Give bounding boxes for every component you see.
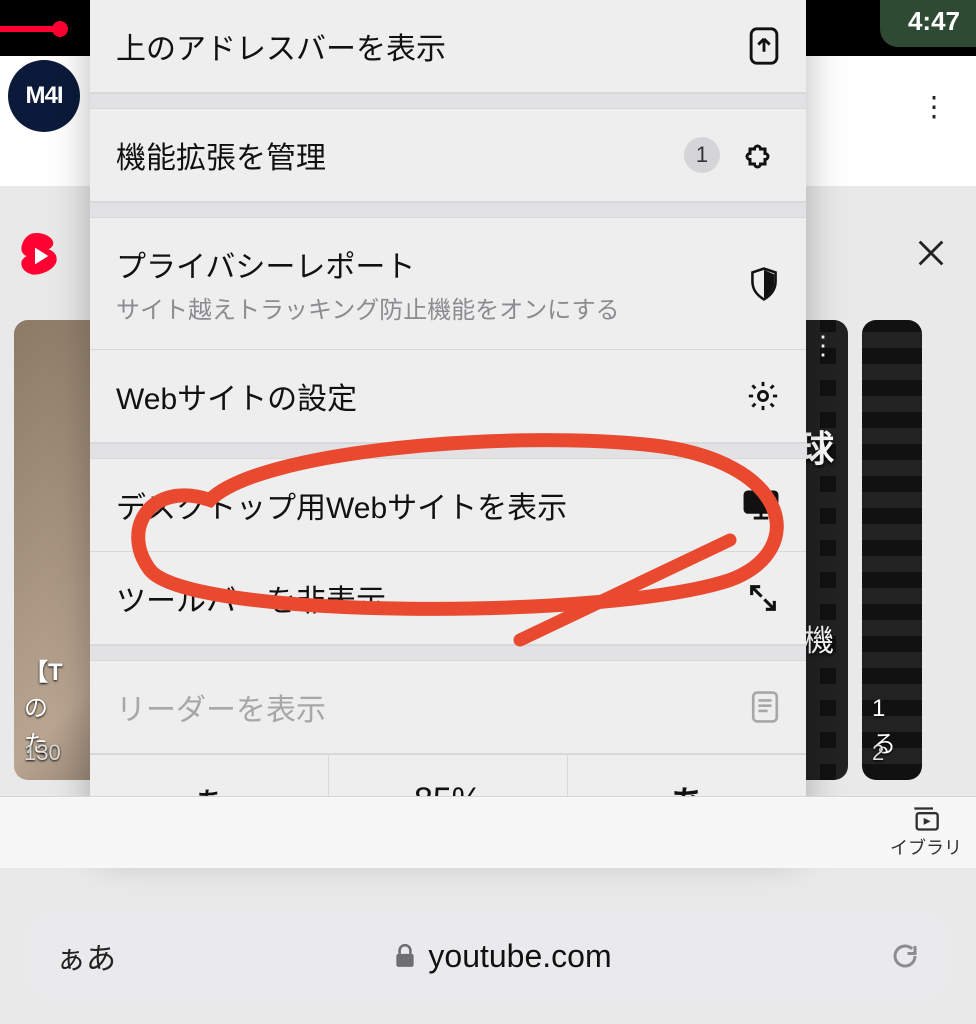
menu-separator bbox=[90, 202, 806, 218]
menu-separator bbox=[90, 443, 806, 459]
menu-item-sublabel: サイト越えトラッキング防止機能をオンにする bbox=[116, 290, 620, 325]
reader-icon bbox=[750, 690, 780, 724]
menu-item-website-settings[interactable]: Webサイトの設定 bbox=[90, 350, 806, 443]
aa-menu-popover: 上のアドレスバーを表示 機能拡張を管理 1 プライバシーレポート サイト越えトラ… bbox=[90, 0, 806, 846]
menu-item-show-top-address-bar[interactable]: 上のアドレスバーを表示 bbox=[90, 0, 806, 93]
menu-item-privacy-report[interactable]: プライバシーレポート サイト越えトラッキング防止機能をオンにする bbox=[90, 218, 806, 350]
menu-item-label: プライバシーレポート bbox=[116, 242, 620, 286]
shorts-icon[interactable] bbox=[20, 232, 60, 280]
thumb-title-fragment: 1 bbox=[872, 694, 912, 724]
tab-library[interactable]: イブラリ bbox=[890, 806, 962, 860]
desktop-icon bbox=[742, 489, 780, 521]
more-vert-icon[interactable]: ⋮ bbox=[810, 330, 836, 361]
puzzle-icon bbox=[744, 137, 780, 173]
address-bar-top-icon bbox=[748, 26, 780, 66]
reload-icon[interactable] bbox=[890, 941, 920, 971]
menu-item-label: 機能拡張を管理 bbox=[116, 133, 326, 177]
safari-address-bar[interactable]: ぁあ youtube.com bbox=[28, 914, 948, 998]
shield-icon bbox=[748, 266, 780, 302]
tab-label: イブラリ bbox=[890, 834, 962, 860]
menu-item-show-reader: リーダーを表示 bbox=[90, 661, 806, 754]
safari-address-area: ぁあ youtube.com bbox=[0, 888, 976, 1024]
youtube-bottom-tab-bar: イブラリ bbox=[0, 796, 976, 868]
aa-button[interactable]: ぁあ bbox=[56, 934, 116, 978]
menu-item-label: デスクトップ用Webサイトを表示 bbox=[116, 483, 567, 527]
menu-item-label: リーダーを表示 bbox=[116, 685, 326, 729]
short-thumb[interactable]: 1 る 2 bbox=[862, 320, 922, 780]
menu-separator bbox=[90, 645, 806, 661]
domain-text: youtube.com bbox=[428, 938, 611, 975]
menu-item-hide-toolbar[interactable]: ツールバーを非表示 bbox=[90, 552, 806, 645]
extensions-count-badge: 1 bbox=[684, 137, 720, 173]
menu-item-label: Webサイトの設定 bbox=[116, 374, 357, 418]
thumb-views: 2 bbox=[872, 740, 884, 766]
menu-separator bbox=[90, 93, 806, 109]
thumb-views: 130 bbox=[24, 740, 61, 766]
gear-icon bbox=[746, 379, 780, 413]
channel-avatar[interactable]: M4I bbox=[8, 60, 80, 132]
lock-icon bbox=[394, 943, 416, 969]
address-domain[interactable]: youtube.com bbox=[134, 938, 872, 975]
video-progress bbox=[0, 26, 60, 32]
close-icon[interactable] bbox=[914, 236, 948, 270]
menu-item-request-desktop-site[interactable]: デスクトップ用Webサイトを表示 bbox=[90, 459, 806, 552]
menu-item-label: 上のアドレスバーを表示 bbox=[116, 24, 446, 68]
status-time: 4:47 bbox=[880, 0, 976, 47]
menu-item-manage-extensions[interactable]: 機能拡張を管理 1 bbox=[90, 109, 806, 202]
more-vert-icon[interactable]: ⋮ bbox=[920, 90, 948, 123]
expand-arrows-icon bbox=[746, 581, 780, 615]
menu-item-label: ツールバーを非表示 bbox=[116, 576, 386, 620]
